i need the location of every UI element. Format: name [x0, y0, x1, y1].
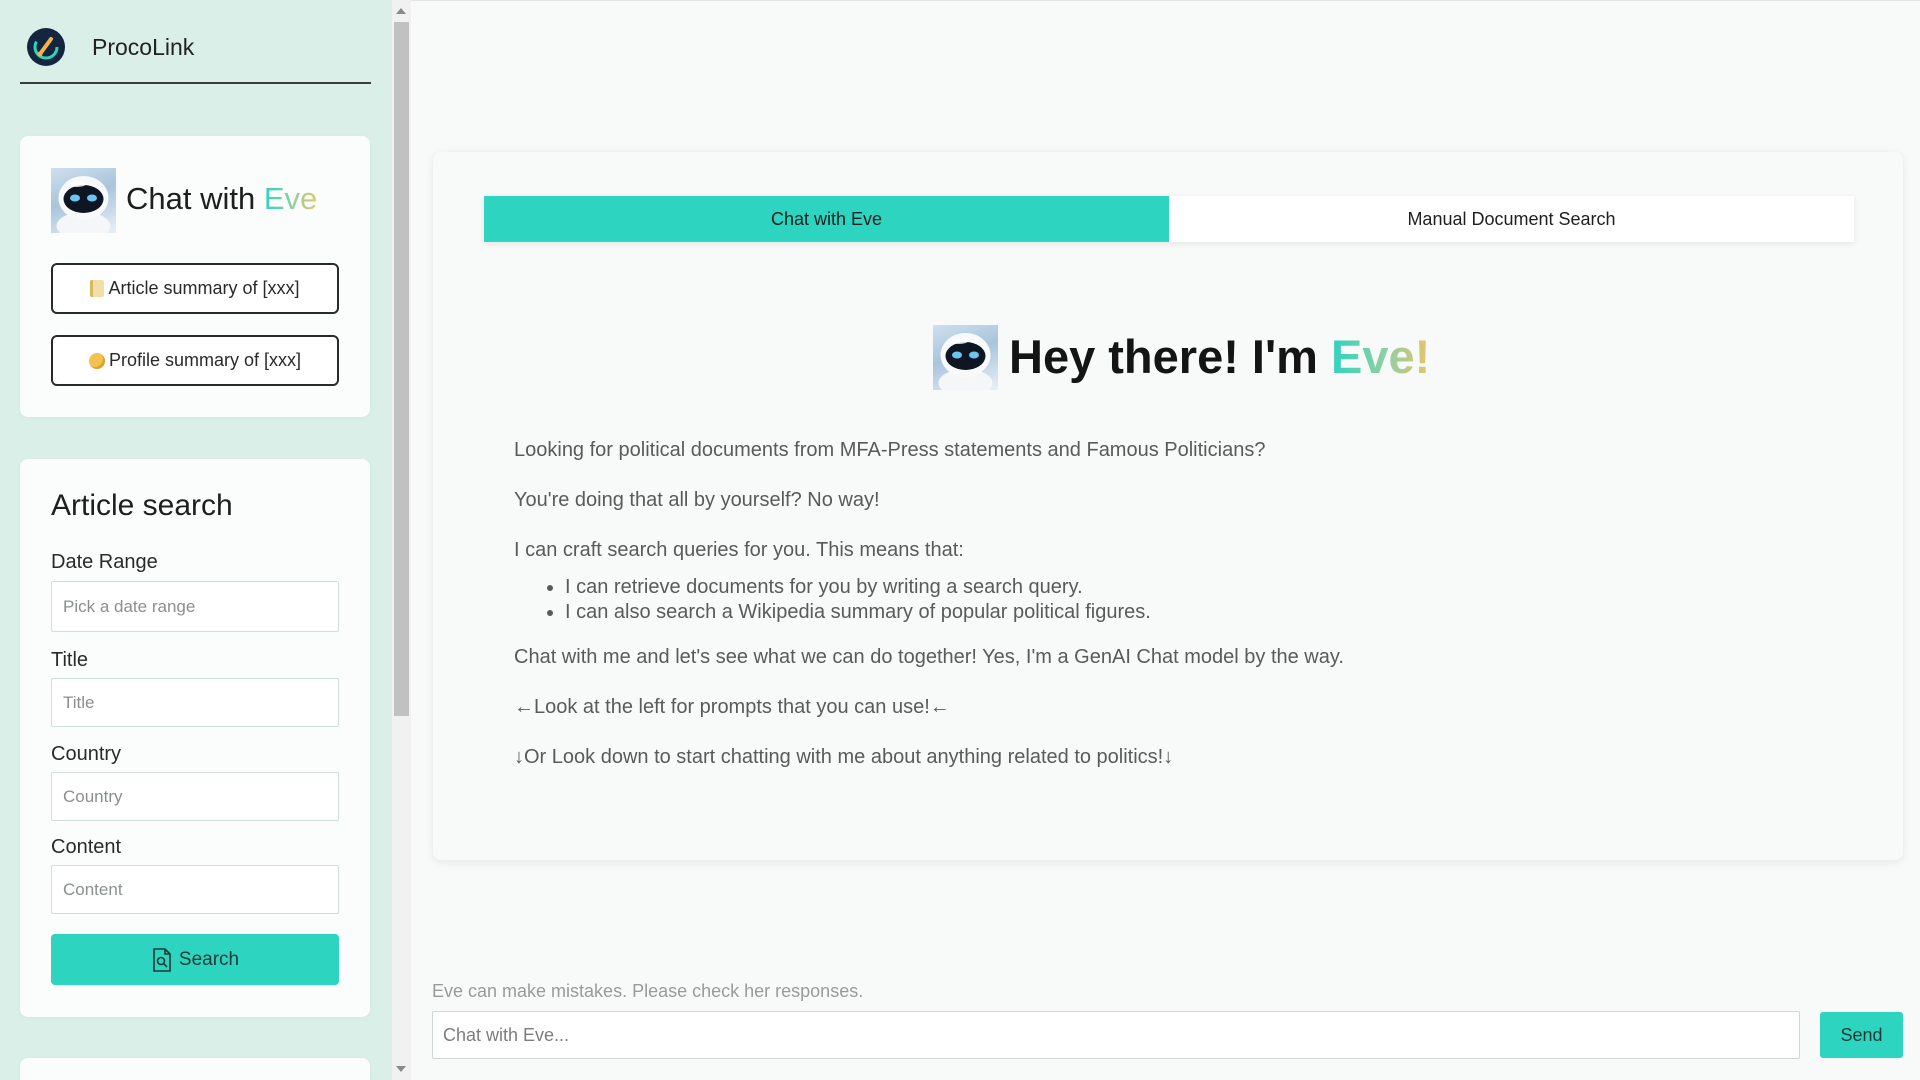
hero-heading: Hey there! I'm Eve! — [1009, 329, 1430, 384]
tab-bar: Chat with Eve Manual Document Search — [484, 196, 1854, 242]
intro-line: ←Look at the left for prompts that you c… — [514, 696, 950, 718]
eve-robot-avatar-icon — [51, 168, 116, 233]
eve-robot-avatar-icon — [933, 325, 998, 390]
sidebar-next-card — [20, 1058, 370, 1080]
content-label: Content — [51, 836, 122, 858]
list-item: I can retrieve documents for you by writ… — [565, 575, 1814, 600]
prompt-label: Profile summary of [xxx] — [108, 350, 302, 370]
article-summary-prompt-button[interactable]: Article summary of [xxx] — [51, 263, 339, 314]
chat-title-accent: Eve — [263, 181, 318, 216]
intro-line: ↓Or Look down to start chatting with me … — [514, 746, 1174, 768]
sidebar: ProcoLink Chat with Eve Article summary … — [0, 0, 392, 1080]
capabilities-list: I can retrieve documents for you by writ… — [565, 575, 1814, 625]
sidebar-scrollbar[interactable] — [392, 0, 411, 1080]
chat-with-eve-card: Chat with Eve Article summary of [xxx] P… — [20, 136, 370, 417]
main-chat-panel: Chat with Eve Manual Document Search Hey… — [433, 152, 1903, 860]
document-search-icon — [151, 947, 173, 972]
article-search-card: Article search Date Range Title Country … — [20, 459, 370, 1017]
send-button[interactable]: Send — [1820, 1012, 1903, 1058]
scroll-up-arrow-icon[interactable] — [396, 8, 406, 14]
intro-line: Chat with me and let's see what we can d… — [514, 646, 1344, 668]
country-label: Country — [51, 743, 122, 765]
intro-line: Looking for political documents from MFA… — [514, 439, 1266, 461]
intro-line: You're doing that all by yourself? No wa… — [514, 489, 880, 511]
country-input[interactable] — [51, 772, 339, 821]
list-item: I can also search a Wikipedia summary of… — [565, 600, 1814, 625]
tab-chat-with-eve[interactable]: Chat with Eve — [484, 196, 1169, 242]
title-input[interactable] — [51, 678, 339, 727]
welcome-message: Looking for political documents from MFA… — [514, 438, 1814, 795]
coin-emoji-icon — [88, 352, 105, 369]
tab-manual-document-search[interactable]: Manual Document Search — [1169, 196, 1854, 242]
intro-line: I can craft search queries for you. This… — [514, 539, 964, 561]
title-label: Title — [51, 649, 89, 671]
search-button[interactable]: Search — [51, 934, 339, 985]
hero-accent: Eve! — [1331, 330, 1431, 383]
content-input[interactable] — [51, 865, 339, 914]
search-button-label: Search — [178, 948, 240, 970]
brand-header: ProcoLink — [20, 20, 371, 84]
profile-summary-prompt-button[interactable]: Profile summary of [xxx] — [51, 335, 339, 386]
procolink-logo-icon[interactable] — [27, 28, 65, 66]
article-search-title: Article search — [51, 489, 233, 522]
prompt-label: Article summary of [xxx] — [108, 278, 300, 298]
scroll-down-arrow-icon[interactable] — [396, 1066, 406, 1072]
scroll-thumb[interactable] — [394, 22, 409, 716]
scroll-emoji-icon — [90, 280, 105, 297]
chat-card-title: Chat with Eve — [126, 181, 317, 217]
chat-title-prefix: Chat with — [126, 181, 264, 216]
hero-prefix: Hey there! I'm — [1009, 330, 1332, 383]
chat-input[interactable] — [432, 1011, 1800, 1059]
date-range-label: Date Range — [51, 551, 158, 573]
date-range-input[interactable] — [51, 581, 339, 632]
disclaimer-text: Eve can make mistakes. Please check her … — [432, 981, 864, 1001]
app-name[interactable]: ProcoLink — [92, 34, 194, 61]
